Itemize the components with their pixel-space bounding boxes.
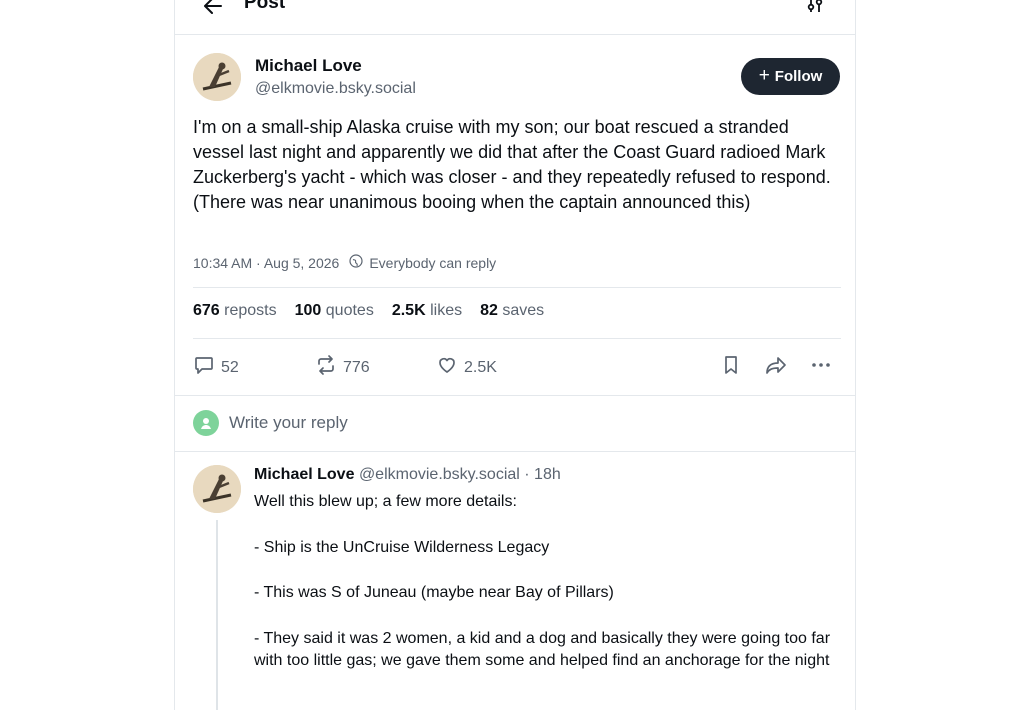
likes-stat[interactable]: 2.5K likes	[392, 302, 462, 320]
reply-paragraph: Well this blew up; a few more details:	[254, 493, 517, 510]
post-timestamp[interactable]: 10:34 AM · Aug 5, 2026	[193, 255, 339, 271]
reply-author-handle[interactable]: @elkmovie.bsky.social	[359, 466, 520, 483]
reply-author-name[interactable]: Michael Love	[254, 466, 354, 483]
reply-paragraph: - Ship is the UnCruise Wilderness Legacy	[254, 538, 550, 556]
saves-stat[interactable]: 82 saves	[480, 302, 544, 320]
divider	[193, 287, 841, 288]
heart-icon	[436, 354, 458, 381]
post-header: Post	[175, 0, 855, 35]
comment-icon	[193, 354, 215, 381]
author-name[interactable]: Michael Love	[255, 56, 362, 76]
reply-setting[interactable]: Everybody can reply	[369, 255, 496, 271]
more-button[interactable]	[809, 354, 833, 381]
reply-button[interactable]: 52	[193, 354, 239, 381]
reply-count: 52	[221, 358, 239, 376]
post-stats: 676 reposts 100 quotes 2.5K likes 82 sav…	[193, 302, 544, 320]
thread-line	[216, 520, 218, 710]
post-text: I'm on a small-ship Alaska cruise with m…	[193, 117, 831, 212]
tune-icon[interactable]	[805, 0, 825, 19]
divider	[175, 395, 855, 396]
reply-age[interactable]: · 18h	[524, 466, 560, 483]
reply-paragraph: - They said it was 2 women, a kid and a …	[254, 629, 831, 670]
repost-icon	[315, 354, 337, 381]
page-title: Post	[244, 0, 286, 13]
quotes-stat[interactable]: 100 quotes	[295, 302, 374, 320]
avatar[interactable]	[193, 53, 241, 101]
divider	[193, 338, 841, 339]
reposts-stat[interactable]: 676 reposts	[193, 302, 277, 320]
share-button[interactable]	[764, 354, 788, 381]
post-actions: 52 776 2.5K	[175, 352, 855, 380]
reply-header: Michael Love @elkmovie.bsky.social · 18h	[254, 466, 561, 484]
follow-button[interactable]: + Follow	[741, 58, 840, 95]
repost-button[interactable]: 776	[315, 354, 370, 381]
post-thread-panel: Post Michael Love @elkmovie.bsky.social …	[174, 0, 856, 710]
reply-text: Well this blew up; a few more details: -…	[254, 491, 834, 673]
plus-icon: +	[758, 65, 770, 86]
reply-composer[interactable]: Write your reply	[193, 410, 348, 436]
arrow-left-icon[interactable]	[201, 0, 225, 23]
divider	[175, 451, 855, 452]
like-count: 2.5K	[464, 358, 497, 376]
author-handle[interactable]: @elkmovie.bsky.social	[255, 80, 416, 98]
reply-paragraph: - This was S of Juneau (maybe near Bay o…	[254, 584, 614, 601]
more-icon	[809, 354, 833, 381]
bookmark-icon	[720, 354, 742, 381]
like-button[interactable]: 2.5K	[436, 354, 497, 381]
bookmark-button[interactable]	[720, 354, 742, 381]
repost-count: 776	[343, 358, 370, 376]
share-icon	[764, 354, 788, 381]
reply-input[interactable]: Write your reply	[229, 413, 348, 433]
globe-icon	[349, 254, 363, 271]
follow-label: Follow	[774, 68, 823, 85]
post-meta: 10:34 AM · Aug 5, 2026 Everybody can rep…	[193, 254, 496, 271]
avatar[interactable]	[193, 465, 241, 513]
user-avatar	[193, 410, 219, 436]
